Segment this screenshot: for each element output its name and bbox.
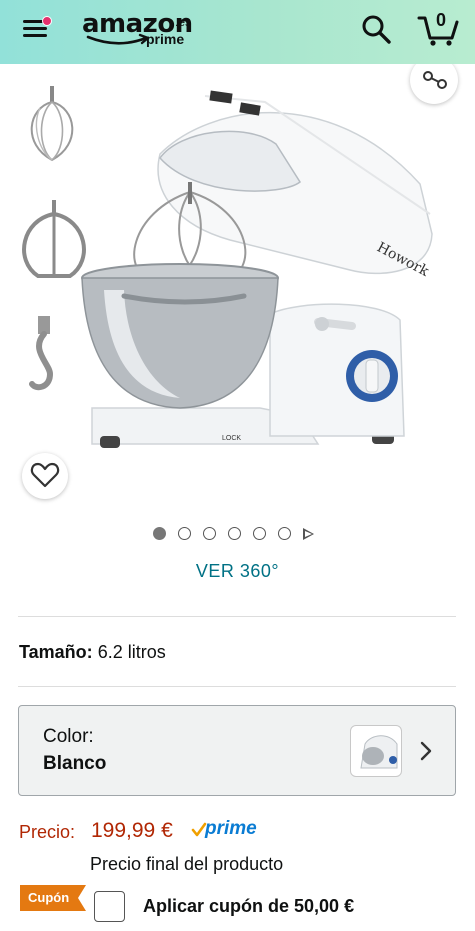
wishlist-button[interactable] [22, 453, 68, 499]
color-label: Color: [43, 726, 94, 747]
carousel-dots [153, 527, 323, 541]
color-selector[interactable]: Color: Blanco [18, 705, 456, 796]
carousel-dot-3[interactable] [203, 527, 216, 540]
size-value: 6.2 litros [97, 642, 166, 662]
coupon-checkbox[interactable] [94, 891, 125, 922]
price-value: 199,99 € [91, 819, 173, 842]
carousel-dot-2[interactable] [178, 527, 191, 540]
final-price-note: Precio final del producto [90, 854, 284, 874]
divider [18, 686, 456, 687]
amazon-prime-logo[interactable]: amazon .es prime [82, 9, 202, 55]
cart-count: 0 [436, 10, 447, 30]
chevron-right-icon [420, 741, 432, 761]
coupon-badge-label: Cupón [28, 890, 70, 905]
coupon-apply-label[interactable]: Aplicar cupón de 50,00 € [143, 896, 354, 917]
prime-badge: prime [191, 818, 271, 842]
logo-smile-icon [86, 33, 150, 45]
divider [18, 616, 456, 617]
flat-beater-image [22, 200, 86, 278]
carousel-dot-4[interactable] [228, 527, 241, 540]
color-value: Blanco [43, 753, 107, 774]
carousel-dot-1[interactable] [153, 527, 166, 540]
carousel-dot-5[interactable] [253, 527, 266, 540]
logo-domain-suffix: .es [175, 15, 192, 29]
price-label: Precio: [19, 822, 76, 842]
dough-hook-image [29, 316, 54, 391]
product-image: LOCK Howork [22, 86, 433, 448]
size-row: Tamaño: 6.2 litros [19, 642, 166, 663]
share-button[interactable] [410, 64, 458, 104]
color-swatch-thumbnail [350, 725, 402, 777]
coupon-badge: Cupón [20, 885, 86, 911]
play-video-icon[interactable] [303, 528, 314, 540]
cart-button[interactable]: 0 [416, 8, 460, 48]
heart-icon [30, 462, 60, 488]
search-icon[interactable] [360, 13, 392, 45]
share-icon [423, 71, 447, 89]
product-image-gallery[interactable]: LOCK Howork [0, 64, 475, 505]
whisk-attachment-image [30, 86, 74, 162]
logo-prime-text: prime [146, 31, 185, 47]
svg-text:LOCK: LOCK [222, 435, 241, 442]
menu-icon[interactable] [23, 16, 52, 41]
view-360-link[interactable]: VER 360° [0, 561, 475, 582]
top-header: amazon .es prime 0 [0, 0, 475, 64]
carousel-dot-6[interactable] [278, 527, 291, 540]
notification-dot [42, 16, 52, 26]
size-label: Tamaño: [19, 642, 93, 662]
prime-text: prime [205, 818, 257, 839]
